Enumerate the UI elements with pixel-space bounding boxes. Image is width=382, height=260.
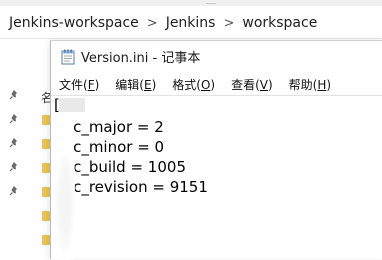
breadcrumb-separator[interactable]: > xyxy=(147,16,158,31)
folder-icon xyxy=(42,163,50,173)
notepad-titlebar[interactable]: Version.ini - 记事本 xyxy=(51,41,382,72)
menu-file[interactable]: 文件(F) xyxy=(57,76,101,93)
pin-icon[interactable] xyxy=(8,89,20,101)
navigation-pane: 名 xyxy=(0,39,53,258)
menu-edit-close: ) xyxy=(151,77,157,92)
breadcrumb-separator[interactable]: > xyxy=(223,16,234,31)
menu-edit[interactable]: 编辑(E) xyxy=(113,76,158,93)
selection-highlight xyxy=(59,98,85,112)
menu-view-accel: V xyxy=(259,77,268,92)
menu-format-accel: O xyxy=(200,77,211,92)
top-edge-tick xyxy=(206,0,216,4)
window-title: Version.ini - 记事本 xyxy=(81,51,201,66)
pin-icon[interactable] xyxy=(8,137,20,149)
folder-icon xyxy=(42,139,50,149)
menu-help-close: ) xyxy=(326,77,332,92)
pin-icon[interactable] xyxy=(8,185,20,197)
menu-file-accel: F xyxy=(87,77,95,92)
pin-icon[interactable] xyxy=(8,113,20,125)
folder-icon xyxy=(42,211,50,221)
folder-icon xyxy=(42,115,50,125)
explorer-divider xyxy=(0,38,382,39)
window-top-edge xyxy=(0,0,382,6)
menu-format[interactable]: 格式(O) xyxy=(170,76,217,93)
breadcrumb: Jenkins-workspace > Jenkins > workspace xyxy=(0,8,382,38)
menu-help-label: 帮助( xyxy=(288,77,318,92)
menu-help[interactable]: 帮助(H) xyxy=(287,76,333,93)
menu-file-close: ) xyxy=(94,77,100,92)
breadcrumb-item-jenkins[interactable]: Jenkins xyxy=(166,15,216,31)
menu-view-close: ) xyxy=(267,77,273,92)
notepad-icon[interactable] xyxy=(61,49,75,65)
notepad-window: Version.ini - 记事本 文件(F) 编辑(E) 格式(O) 查看(V… xyxy=(50,40,382,260)
breadcrumb-item-jenkins-workspace[interactable]: Jenkins-workspace xyxy=(9,15,139,31)
text-line[interactable]: c_major = 2 xyxy=(54,118,164,138)
menu-view-label: 查看( xyxy=(231,77,260,92)
menu-format-close: ) xyxy=(210,77,216,92)
menu-view[interactable]: 查看(V) xyxy=(229,76,275,93)
folder-icon xyxy=(42,235,50,245)
text-line[interactable]: c_revision = 9151 xyxy=(54,178,208,198)
menu-file-label: 文件( xyxy=(59,77,88,92)
redaction-smudge xyxy=(55,156,75,260)
text-editor[interactable]: [ ] c_major = 2 c_minor = 0 c_build = 10… xyxy=(51,95,382,260)
folder-icon xyxy=(42,187,50,197)
text-line[interactable]: c_minor = 0 xyxy=(54,138,164,158)
menu-edit-label: 编辑( xyxy=(115,77,144,92)
breadcrumb-item-workspace[interactable]: workspace xyxy=(242,15,317,31)
menu-edit-accel: E xyxy=(143,77,152,92)
menu-format-label: 格式( xyxy=(172,77,201,92)
menu-bar: 文件(F) 编辑(E) 格式(O) 查看(V) 帮助(H) xyxy=(51,73,382,95)
pin-icon[interactable] xyxy=(8,161,20,173)
